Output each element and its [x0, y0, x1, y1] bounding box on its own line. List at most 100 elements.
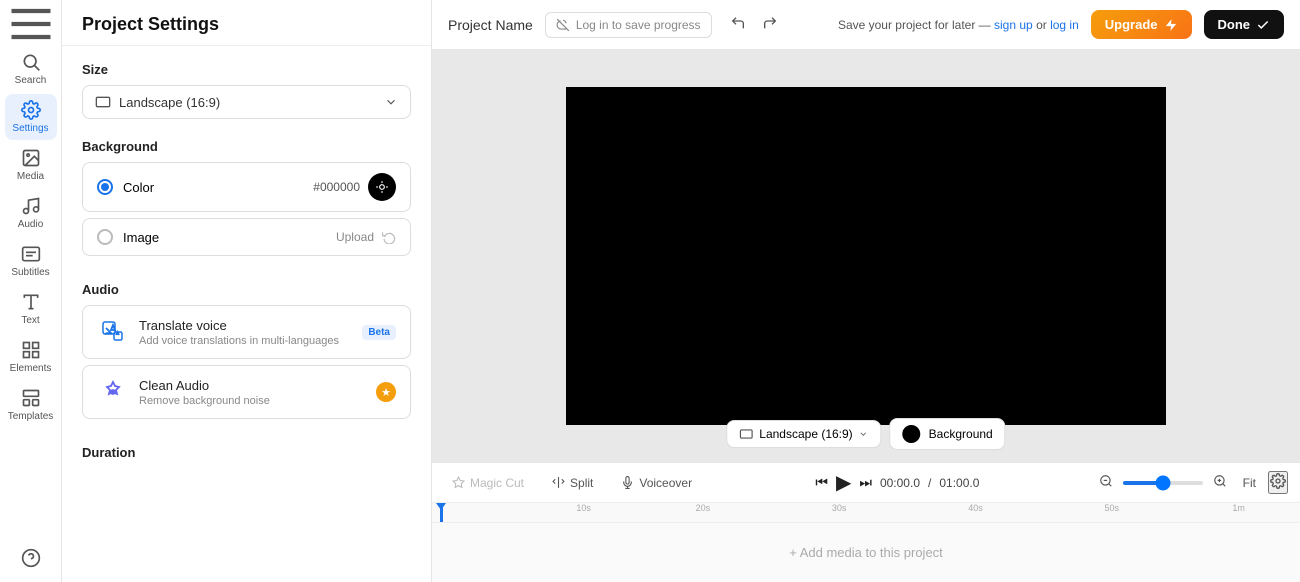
playhead [440, 503, 443, 523]
background-color-option[interactable]: Color #000000 [82, 162, 411, 212]
audio-section: Audio Translate voice Add voice translat… [82, 282, 411, 425]
sidebar-item-text[interactable]: Text [5, 286, 57, 332]
landscape-label: Landscape (16:9) [759, 427, 852, 441]
ruler-50s: 50s [1105, 503, 1120, 513]
size-label: Size [82, 62, 411, 77]
color-swatch[interactable] [368, 173, 396, 201]
ruler-10s: 10s [576, 503, 591, 513]
sidebar-item-subtitles[interactable]: Subtitles [5, 238, 57, 284]
split-icon [552, 476, 565, 489]
sidebar-item-templates[interactable]: Templates [5, 382, 57, 428]
play-button[interactable]: ▶ [836, 470, 851, 495]
beta-badge: Beta [362, 325, 396, 340]
upgrade-button[interactable]: Upgrade [1091, 10, 1192, 39]
upload-button[interactable]: Upload [336, 230, 374, 244]
undo-redo-controls [724, 9, 784, 40]
settings-panel: Project Settings Size Landscape (16:9) B… [62, 0, 432, 582]
chevron-down-canvas-icon [859, 429, 869, 439]
sidebar-item-audio[interactable]: Audio [5, 190, 57, 236]
timeline-ruler: 10s 20s 30s 40s 50s 1m [432, 503, 1300, 523]
fast-forward-button[interactable]: ⏭ [859, 474, 872, 491]
clean-audio-item[interactable]: Clean Audio Remove background noise ★ [82, 365, 411, 419]
zoom-in-button[interactable] [1209, 472, 1231, 493]
color-hex-value: #000000 [313, 180, 360, 194]
voiceover-button[interactable]: Voiceover [613, 472, 700, 494]
zoom-slider[interactable] [1123, 481, 1203, 485]
sidebar-audio-label: Audio [18, 219, 44, 230]
sidebar-item-elements[interactable]: Elements [5, 334, 57, 380]
ruler-30s: 30s [832, 503, 847, 513]
mic-icon [621, 476, 634, 489]
video-canvas [566, 87, 1166, 425]
time-separator: / [928, 476, 931, 490]
sidebar-item-settings[interactable]: Settings [5, 94, 57, 140]
duration-section: Duration [82, 445, 411, 460]
ruler-20s: 20s [696, 503, 711, 513]
save-cloud-label: Log in to save progress [576, 18, 701, 32]
top-bar: Project Name Log in to save progress Sav… [432, 0, 1300, 50]
image-radio[interactable] [97, 229, 113, 245]
log-in-link[interactable]: log in [1050, 18, 1079, 32]
done-button[interactable]: Done [1204, 10, 1285, 39]
zoom-out-button[interactable] [1095, 472, 1117, 493]
fit-button[interactable]: Fit [1237, 474, 1262, 492]
translate-voice-title: Translate voice [139, 318, 352, 333]
size-dropdown[interactable]: Landscape (16:9) [82, 85, 411, 119]
icon-bar: Search Settings Media Audio Subtitles Te… [0, 0, 62, 582]
zoom-controls: Fit [1095, 471, 1288, 494]
audio-label: Audio [82, 282, 411, 297]
main-area: Project Name Log in to save progress Sav… [432, 0, 1300, 582]
split-button[interactable]: Split [544, 472, 601, 494]
translate-voice-item[interactable]: Translate voice Add voice translations i… [82, 305, 411, 359]
landscape-control[interactable]: Landscape (16:9) [726, 420, 881, 448]
size-value: Landscape (16:9) [119, 95, 220, 110]
lightning-icon [1164, 18, 1178, 32]
sidebar-item-help[interactable] [5, 542, 57, 574]
sidebar-text-label: Text [21, 315, 39, 326]
clean-audio-title: Clean Audio [139, 378, 366, 393]
redo-button[interactable] [756, 9, 784, 40]
sidebar-media-label: Media [17, 171, 44, 182]
background-color-indicator [903, 425, 921, 443]
total-time: 01:00.0 [939, 476, 979, 490]
save-cloud-button[interactable]: Log in to save progress [545, 12, 712, 38]
magic-cut-button[interactable]: Magic Cut [444, 472, 532, 494]
magic-cut-icon [452, 476, 465, 489]
translate-icon [97, 316, 129, 348]
transport-controls: ⏮ ▶ ⏭ 00:00.0 / 01:00.0 [815, 470, 979, 495]
save-text: Save your project for later — sign up or… [796, 18, 1079, 32]
sidebar-elements-label: Elements [10, 363, 52, 374]
background-image-option[interactable]: Image Upload [82, 218, 411, 256]
project-name[interactable]: Project Name [448, 17, 533, 33]
sidebar-subtitles-label: Subtitles [11, 267, 49, 278]
checkmark-icon [1256, 18, 1270, 32]
chevron-down-icon [384, 95, 398, 109]
canvas-controls: Landscape (16:9) Background [726, 418, 1005, 450]
sign-up-link[interactable]: sign up [994, 18, 1033, 32]
color-option-label: Color [123, 180, 154, 195]
sidebar-item-media[interactable]: Media [5, 142, 57, 188]
color-radio[interactable] [97, 179, 113, 195]
refresh-icon [382, 230, 396, 244]
translate-voice-desc: Add voice translations in multi-language… [139, 335, 352, 347]
sidebar-settings-label: Settings [12, 123, 48, 134]
ruler-1m: 1m [1232, 503, 1245, 513]
timeline-tracks[interactable]: + Add media to this project [432, 523, 1300, 582]
sidebar-item-search[interactable]: Search [5, 46, 57, 92]
clean-audio-desc: Remove background noise [139, 395, 366, 407]
image-option-label: Image [123, 230, 159, 245]
undo-button[interactable] [724, 9, 752, 40]
duration-label: Duration [82, 445, 411, 460]
timeline-settings-button[interactable] [1268, 471, 1288, 494]
rewind-button[interactable]: ⏮ [815, 474, 828, 491]
sidebar-templates-label: Templates [8, 411, 54, 422]
add-media-prompt[interactable]: + Add media to this project [789, 545, 943, 560]
background-label: Background [82, 139, 411, 154]
canvas-area: Landscape (16:9) Background [432, 50, 1300, 462]
landscape-icon [739, 427, 753, 441]
background-section: Background Color #000000 [82, 139, 411, 262]
background-control[interactable]: Background [890, 418, 1006, 450]
size-section: Size Landscape (16:9) [82, 62, 411, 119]
hamburger-menu[interactable] [5, 8, 57, 40]
sidebar-search-label: Search [15, 75, 47, 86]
